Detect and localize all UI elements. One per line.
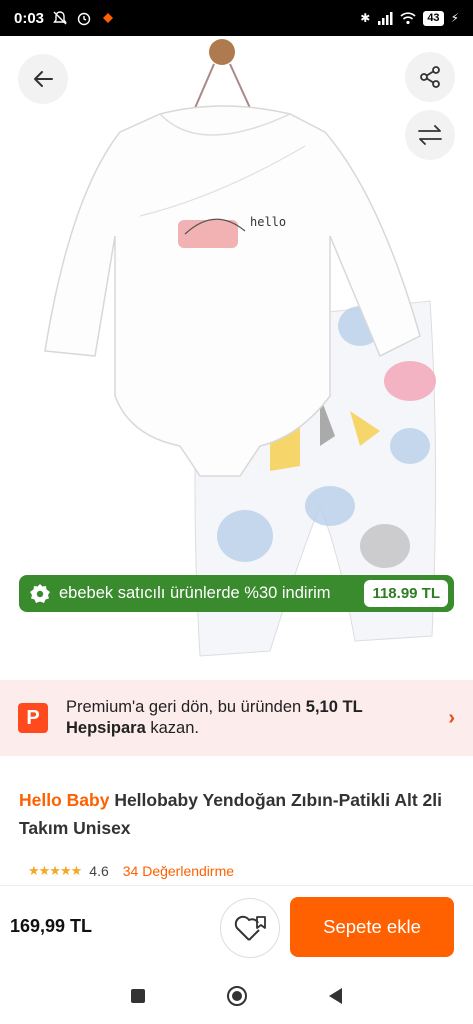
wifi-icon [400,12,416,25]
status-bar: 0:03 ✱ 43 ⚡ [0,0,473,36]
system-nav-bar [0,967,473,1024]
app-notification-icon [103,13,114,23]
home-button[interactable] [227,985,247,1006]
compare-button[interactable] [405,110,455,160]
share-icon [420,66,440,88]
product-image-area[interactable]: hello ebebek satıcılı ürünlerde %30 indi… [0,36,473,680]
bell-off-icon [53,11,67,25]
charging-icon: ⚡ [450,11,459,25]
discount-badge-icon [30,583,50,603]
swap-arrows-icon [418,125,442,145]
premium-amount: 5,10 TL [305,698,363,716]
promo-price: 118.99 TL [364,580,448,607]
chevron-right-icon: › [448,706,455,729]
premium-text-part1: Premium'a geri dön, bu üründen [66,698,306,716]
rating-value: 4.6 [89,863,109,879]
share-button[interactable] [405,52,455,102]
promo-banner[interactable]: ebebek satıcılı ürünlerde %30 indirim 11… [19,575,454,612]
battery-indicator: 43 [423,10,444,26]
back-nav-button[interactable] [329,987,342,1004]
recent-apps-button[interactable] [131,988,145,1003]
premium-text-part2: kazan. [145,719,199,737]
signal-icon [378,12,393,25]
promo-text: ebebek satıcılı ürünlerde %30 indirim [59,584,331,602]
bluetooth-icon: ✱ [360,11,371,25]
purchase-bar: 169,99 TL Sepete ekle [0,885,473,967]
status-time: 0:03 [14,9,45,27]
favorite-list-button[interactable] [220,898,280,958]
alarm-icon [77,12,91,26]
back-button[interactable] [18,54,68,104]
star-rating-icon: ★★★★★ [28,863,82,878]
rating-row[interactable]: ★★★★★ 4.6 34 Değerlendirme [28,863,234,879]
premium-banner[interactable]: P Premium'a geri dön, bu üründen 5,10 TL… [0,680,473,756]
brand-link[interactable]: Hello Baby [19,790,109,810]
product-title: Hello Baby Hellobaby Yendoğan Zıbın-Pati… [19,786,459,842]
add-to-cart-button[interactable]: Sepete ekle [290,897,454,957]
premium-brand: Hepsipara [66,719,146,737]
svg-text:hello: hello [250,215,286,229]
product-price: 169,99 TL [10,916,93,936]
heart-bookmark-icon [234,915,266,941]
reviews-link[interactable]: 34 Değerlendirme [123,863,234,879]
premium-text: Premium'a geri dön, bu üründen 5,10 TL H… [66,697,448,739]
arrow-left-icon [34,71,53,87]
hepsipara-logo-icon: P [18,703,48,733]
